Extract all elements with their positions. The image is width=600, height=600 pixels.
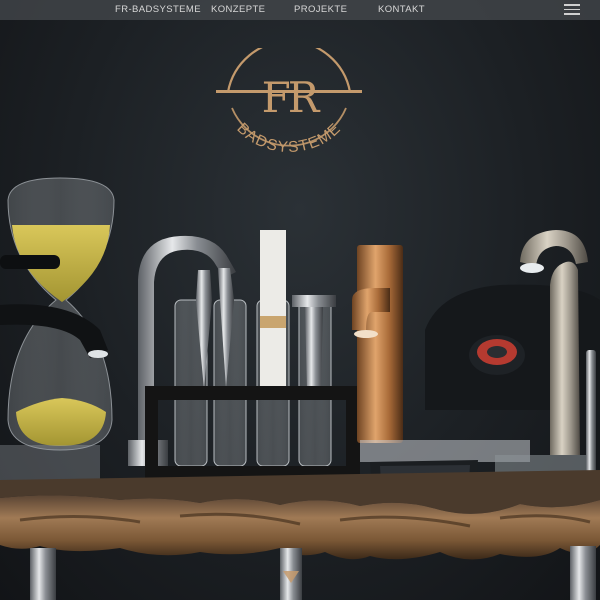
svg-text:BADSYSTEME: BADSYSTEME [233,120,344,156]
top-navigation: FR-BADSYSTEME KONZEPTE PROJEKTE KONTAKT [0,0,600,20]
hamburger-menu-icon[interactable] [564,4,580,15]
nav-item-fr-badsysteme[interactable]: FR-BADSYSTEME [115,4,201,15]
copper-faucet-image [352,245,403,443]
fr-badsysteme-logo: FR BADSYSTEME [216,48,362,156]
nav-item-kontakt[interactable]: KONTAKT [378,4,425,15]
razor-stand-image [145,230,360,480]
nav-item-projekte[interactable]: PROJEKTE [294,4,347,15]
hero-section: FR BADSYSTEME [0,0,600,600]
chevron-down-icon[interactable] [282,570,300,584]
nav-item-konzepte[interactable]: KONZEPTE [211,4,265,15]
wooden-table-image [0,470,600,600]
logo-wordmark: BADSYSTEME [233,120,343,156]
logo-monogram: FR [262,73,321,122]
pen-image [586,350,596,490]
